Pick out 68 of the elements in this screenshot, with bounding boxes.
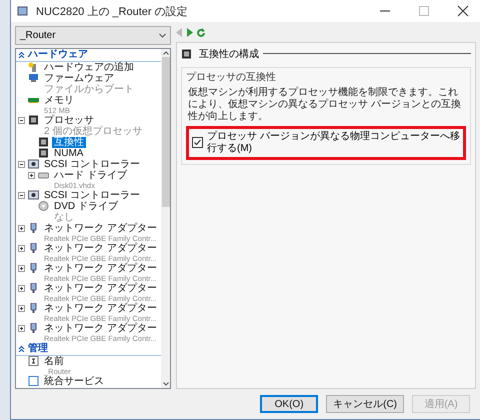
- panel-title: 互換性の構成: [199, 48, 259, 61]
- chip-icon: [38, 148, 49, 158]
- name-field-icon: [28, 356, 39, 366]
- network-adapter-icon: [28, 282, 39, 293]
- tree-item[interactable]: ファームウェア: [42, 72, 134, 84]
- expand-icon[interactable]: [18, 224, 25, 232]
- tree-item-detail: ファイルからブート: [43, 84, 134, 95]
- collapse-icon[interactable]: [18, 160, 25, 168]
- tree-item[interactable]: ネットワーク アダプター: [42, 302, 159, 314]
- network-adapter-icon: [28, 302, 39, 313]
- disc-icon: [38, 200, 49, 211]
- chevron-down-icon: [159, 32, 166, 38]
- collapse-icon: [18, 51, 25, 58]
- tree-item[interactable]: ハードウェアの追加: [42, 62, 136, 73]
- scrollbar[interactable]: [161, 48, 170, 388]
- tree-item[interactable]: ネットワーク アダプター: [42, 322, 159, 334]
- collapse-icon[interactable]: [18, 116, 25, 124]
- hard-drive-icon: [38, 170, 49, 180]
- network-adapter-icon: [28, 242, 39, 253]
- settings-window-icon: [17, 6, 28, 16]
- controller-icon: [28, 190, 39, 200]
- check-icon: [194, 139, 201, 146]
- computer-icon: [28, 72, 39, 83]
- collapse-icon[interactable]: [18, 192, 25, 199]
- chip-icon: [28, 114, 39, 125]
- tree-item[interactable]: ネットワーク アダプター: [42, 262, 159, 274]
- tree-item-detail: 2 個の仮想プロセッサ: [43, 126, 142, 137]
- tree-item[interactable]: DVD ドライブ: [52, 200, 120, 212]
- tree-item[interactable]: ハード ドライブ: [52, 170, 129, 181]
- expand-icon[interactable]: [18, 284, 25, 292]
- chip-icon: [38, 136, 49, 147]
- group-title: プロセッサの互換性: [186, 70, 277, 84]
- expand-icon[interactable]: [18, 304, 25, 312]
- section-header[interactable]: ハードウェア: [16, 48, 161, 62]
- tree-item[interactable]: SCSI コントローラー: [42, 158, 142, 170]
- tree-item[interactable]: プロセッサ: [42, 114, 142, 126]
- dialog-button[interactable]: OK(O): [260, 395, 318, 413]
- expand-icon[interactable]: [28, 172, 35, 179]
- expand-icon[interactable]: [18, 324, 25, 332]
- hardware-add-icon: [28, 62, 39, 72]
- integration-icon: [28, 376, 39, 386]
- tree-item[interactable]: 統合サービス: [42, 376, 106, 387]
- tree-item-detail: なし: [53, 212, 75, 223]
- collapse-icon: [18, 345, 25, 352]
- tree-item[interactable]: メモリ: [42, 94, 76, 106]
- expand-icon[interactable]: [18, 244, 25, 252]
- tree-item[interactable]: NUMA: [52, 148, 86, 159]
- tree-item[interactable]: 互換性: [52, 136, 86, 148]
- tree-item[interactable]: SCSI コントローラー: [42, 190, 142, 201]
- network-adapter-icon: [28, 322, 39, 333]
- description: 仮想マシンが利用するプロセッサ機能を制限できます。これにより、仮想マシンの異なるプロセッサ バージョンとの互換性が向上します。: [188, 86, 462, 123]
- scroll-up-icon[interactable]: [162, 50, 168, 55]
- network-adapter-icon: [28, 262, 39, 273]
- migrate-checkbox[interactable]: プロセッサ バージョンが異なる物理コンピューターへ移行する(M): [186, 126, 466, 160]
- forward-icon[interactable]: [186, 28, 193, 38]
- scroll-down-icon[interactable]: [162, 382, 168, 386]
- chip-icon: [181, 48, 192, 59]
- tree-item[interactable]: ネットワーク アダプター: [42, 222, 159, 234]
- vm-dropdown[interactable]: _Router: [15, 26, 171, 45]
- network-adapter-icon: [28, 222, 39, 233]
- tree-item[interactable]: ネットワーク アダプター: [42, 242, 159, 254]
- tree-item[interactable]: 名前: [42, 356, 71, 367]
- refresh-icon[interactable]: [196, 28, 206, 38]
- expand-icon[interactable]: [18, 264, 25, 272]
- tree-item[interactable]: ネットワーク アダプター: [42, 282, 159, 294]
- window-title: NUC2820 上の _Router の設定: [36, 4, 189, 18]
- controller-icon: [28, 158, 39, 169]
- dialog-button[interactable]: キャンセル(C): [326, 395, 404, 413]
